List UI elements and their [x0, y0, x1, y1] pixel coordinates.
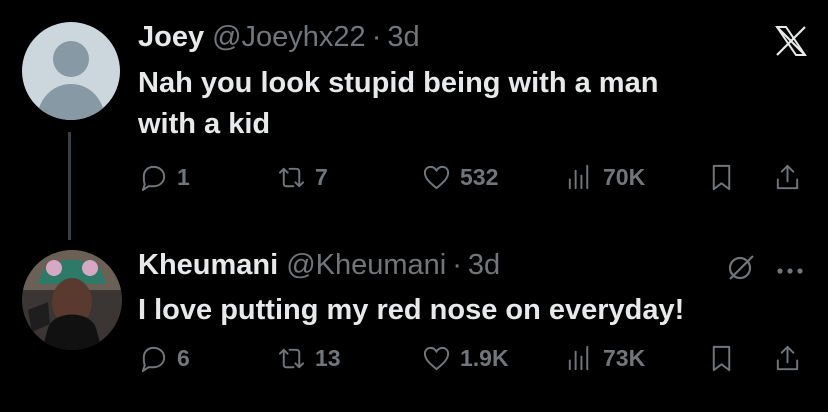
default-avatar-icon	[36, 41, 106, 120]
reply-button[interactable]: 1	[138, 162, 190, 193]
tweet-header: Joey @Joeyhx22 · 3d	[138, 21, 420, 54]
bookmark-icon	[712, 345, 731, 372]
grok-icon[interactable]	[726, 252, 756, 287]
reply-icon	[141, 346, 166, 373]
bookmark-button[interactable]	[706, 343, 737, 374]
repost-button[interactable]: 7	[276, 162, 328, 193]
repost-icon	[278, 348, 305, 369]
action-bar: 6 13 1.9K 73K	[138, 343, 810, 383]
display-name[interactable]: Joey	[138, 21, 204, 54]
tweet-text-line: I love putting my red nose on everyday!	[138, 294, 685, 326]
share-icon	[776, 164, 799, 190]
like-button[interactable]: 1.9K	[421, 343, 509, 374]
tweet-text-line: with a kid	[138, 108, 271, 140]
user-handle[interactable]: @Joeyhx22	[212, 21, 366, 54]
more-icon[interactable]	[776, 262, 804, 280]
display-name[interactable]: Kheumani	[138, 249, 278, 282]
timestamp[interactable]: 3d	[468, 249, 500, 282]
repost-button[interactable]: 13	[276, 343, 341, 374]
views-icon	[568, 164, 589, 190]
x-logo-icon	[774, 24, 808, 63]
views-button[interactable]: 70K	[564, 162, 645, 193]
bookmark-icon	[712, 164, 731, 191]
profile-photo-icon	[22, 250, 122, 350]
views-icon	[568, 345, 589, 371]
reply-button[interactable]: 6	[138, 343, 190, 374]
user-handle[interactable]: @Kheumani	[286, 249, 446, 282]
reply-icon	[141, 165, 166, 192]
tweet-text-line: Nah you look stupid being with a man	[138, 67, 659, 99]
timestamp[interactable]: 3d	[387, 21, 419, 54]
tweet-header: Kheumani @Kheumani · 3d	[138, 249, 500, 282]
avatar-kheumani[interactable]	[22, 250, 122, 350]
share-button[interactable]	[772, 343, 803, 374]
separator-dot: ·	[452, 249, 462, 281]
share-icon	[776, 345, 799, 371]
tweet-text: I love putting my red nose on everyday!	[138, 290, 778, 331]
avatar-default[interactable]	[22, 22, 120, 120]
views-count: 73K	[603, 345, 646, 371]
share-button[interactable]	[772, 162, 803, 193]
heart-icon	[423, 165, 450, 190]
heart-icon	[423, 346, 450, 371]
reply-count: 6	[177, 345, 190, 371]
like-button[interactable]: 532	[421, 162, 498, 193]
tweet-text: Nah you look stupid being with a man wit…	[138, 63, 778, 145]
repost-count: 13	[315, 345, 341, 371]
like-count: 1.9K	[460, 345, 509, 371]
separator-dot: ·	[371, 21, 382, 53]
views-count: 70K	[603, 164, 646, 190]
bookmark-button[interactable]	[706, 162, 737, 193]
repost-icon	[278, 167, 305, 188]
views-button[interactable]: 73K	[564, 343, 645, 374]
thread-line	[68, 132, 71, 240]
repost-count: 7	[315, 164, 328, 190]
like-count: 532	[460, 164, 499, 190]
action-bar: 1 7 532 70K	[138, 162, 810, 202]
reply-count: 1	[177, 164, 190, 190]
